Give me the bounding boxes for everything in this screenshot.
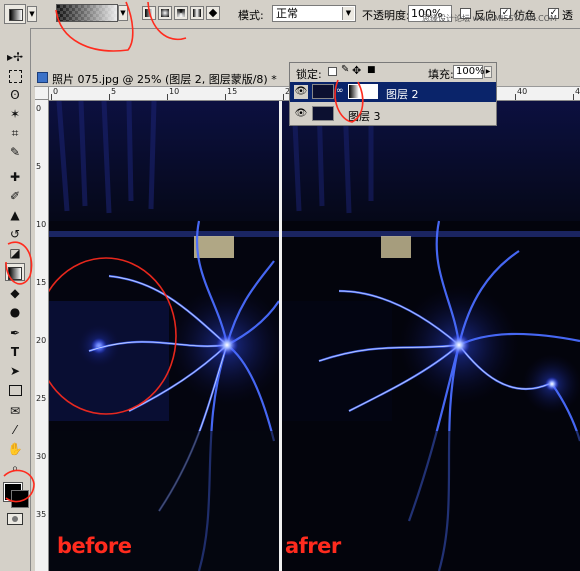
gradient-dropdown[interactable]: ▼ (118, 5, 128, 21)
chevron-down-icon: ▼ (342, 7, 354, 20)
lasso-icon[interactable]: ʘ (5, 86, 25, 104)
move-icon[interactable]: ▸✢ (5, 48, 25, 66)
layer-mask-thumbnail[interactable] (348, 84, 378, 99)
ruler-tick-label: 35 (36, 510, 47, 519)
visibility-eye-icon[interactable]: 👁 (294, 85, 308, 99)
tool-preset-dropdown[interactable]: ▼ (27, 6, 37, 22)
options-bar: ▼ ▼ 模式: 正常 ▼ 不透明度: 100% 反向 ✓ 仿色 ✓ 透 思缘设计… (0, 0, 580, 29)
stamp-icon[interactable]: ▲ (5, 206, 25, 224)
shape-icon[interactable] (5, 381, 25, 399)
ruler-tick-label: 40 (517, 87, 528, 96)
quick-mask-icon[interactable] (7, 513, 23, 525)
gradient-icon[interactable] (5, 263, 25, 281)
fill-label: 填充: (428, 68, 454, 81)
after-panel (282, 101, 580, 571)
before-label: before (57, 534, 132, 558)
slice-icon[interactable]: ✎ (5, 143, 25, 161)
brush-icon[interactable]: ✐ (5, 187, 25, 205)
ruler-tick-label: 15 (227, 87, 238, 96)
lock-paint-icon[interactable]: ✎ (341, 64, 349, 75)
chain-link-icon[interactable]: ∞ (336, 86, 344, 96)
eraser-icon[interactable]: ◪ (5, 244, 25, 262)
ruler-tick-label: 30 (36, 452, 47, 461)
panel-divider (279, 101, 282, 571)
reflected-gradient-button[interactable] (190, 6, 204, 20)
layer-thumbnail (312, 84, 334, 99)
tool-preset-button[interactable] (4, 4, 26, 24)
mode-select[interactable]: 正常 ▼ (272, 5, 356, 22)
lock-transparency-icon[interactable] (328, 67, 337, 76)
ruler-tick-label: 0 (36, 104, 42, 113)
document-canvas[interactable]: before afrer (49, 101, 580, 571)
layer-name: 图层 3 (348, 110, 381, 123)
gradient-swatch[interactable] (56, 4, 118, 22)
layer-name: 图层 2 (386, 88, 419, 101)
photo-artwork (49, 101, 580, 571)
ruler-tick-label: 5 (111, 87, 117, 96)
path-select-icon[interactable]: ➤ (5, 362, 25, 380)
layers-panel: 锁定: ✎ ✥ ■ 填充: 100% ▶ 👁 ∞ 图层 2 👁 图层 3 (289, 62, 497, 126)
radial-gradient-button[interactable] (158, 6, 172, 20)
ruler-left: 0 5 10 15 20 25 30 35 (35, 100, 49, 571)
healing-icon[interactable]: ✚ (5, 168, 25, 186)
diamond-gradient-button[interactable] (206, 6, 220, 20)
blur-icon[interactable]: ◆ (5, 284, 25, 302)
lock-move-icon[interactable]: ✥ (352, 64, 361, 77)
layer-row[interactable]: 👁 图层 3 (290, 104, 496, 124)
fill-slider-arrow[interactable]: ▶ (484, 66, 492, 78)
opacity-label: 不透明度: (362, 9, 410, 22)
background-color-swatch[interactable] (11, 490, 29, 508)
notes-icon[interactable]: ✉ (5, 402, 25, 420)
ruler-tick-label: 15 (36, 278, 47, 287)
visibility-eye-icon[interactable]: 👁 (294, 107, 308, 121)
layer-thumbnail (312, 106, 334, 121)
magic-wand-icon[interactable]: ✶ (5, 105, 25, 123)
fill-field[interactable]: 100% (453, 65, 485, 79)
before-panel (49, 101, 287, 571)
ruler-tick-label: 5 (36, 162, 42, 171)
pen-icon[interactable]: ✒ (5, 324, 25, 342)
ruler-tick-label: 10 (36, 220, 47, 229)
linear-gradient-button[interactable] (142, 6, 156, 20)
ruler-tick-label: 10 (169, 87, 180, 96)
watermark: 思缘设计论坛 www.MISSYUAN.COM (422, 14, 557, 23)
ruler-tick-label: 45 (575, 87, 580, 96)
type-icon[interactable]: T (5, 343, 25, 361)
document-icon (37, 72, 48, 83)
ruler-tick-label: 0 (53, 87, 59, 96)
marquee-icon[interactable] (5, 67, 25, 85)
lock-all-icon[interactable]: ■ (367, 65, 376, 75)
layer-row[interactable]: 👁 ∞ 图层 2 (290, 82, 496, 102)
after-label: afrer (285, 534, 341, 558)
transparency-label: 透 (562, 9, 573, 22)
lock-label: 锁定: (296, 68, 322, 81)
gradient-tool-icon (9, 9, 23, 21)
mode-label: 模式: (238, 9, 264, 22)
eyedropper-icon[interactable]: ⁄ (5, 421, 25, 439)
dodge-icon[interactable]: ● (5, 303, 25, 321)
ruler-tick-label: 20 (36, 336, 47, 345)
ruler-corner (35, 87, 49, 100)
crop-icon[interactable]: ⌗ (5, 124, 25, 142)
history-brush-icon[interactable]: ↺ (5, 225, 25, 243)
document-title: 照片 075.jpg @ 25% (图层 2, 图层蒙版/8) * (52, 73, 277, 86)
ruler-tick-label: 25 (36, 394, 47, 403)
hand-icon[interactable]: ✋ (5, 440, 25, 458)
toolbox: ▸✢ ʘ ✶ ⌗ ✎ ✚ ✐ ▲ ↺ ◪ ◆ ● ✒ T ➤ ✉ ⁄ ✋ ⌕ (0, 28, 31, 571)
angle-gradient-button[interactable] (174, 6, 188, 20)
zoom-icon[interactable]: ⌕ (5, 459, 25, 477)
